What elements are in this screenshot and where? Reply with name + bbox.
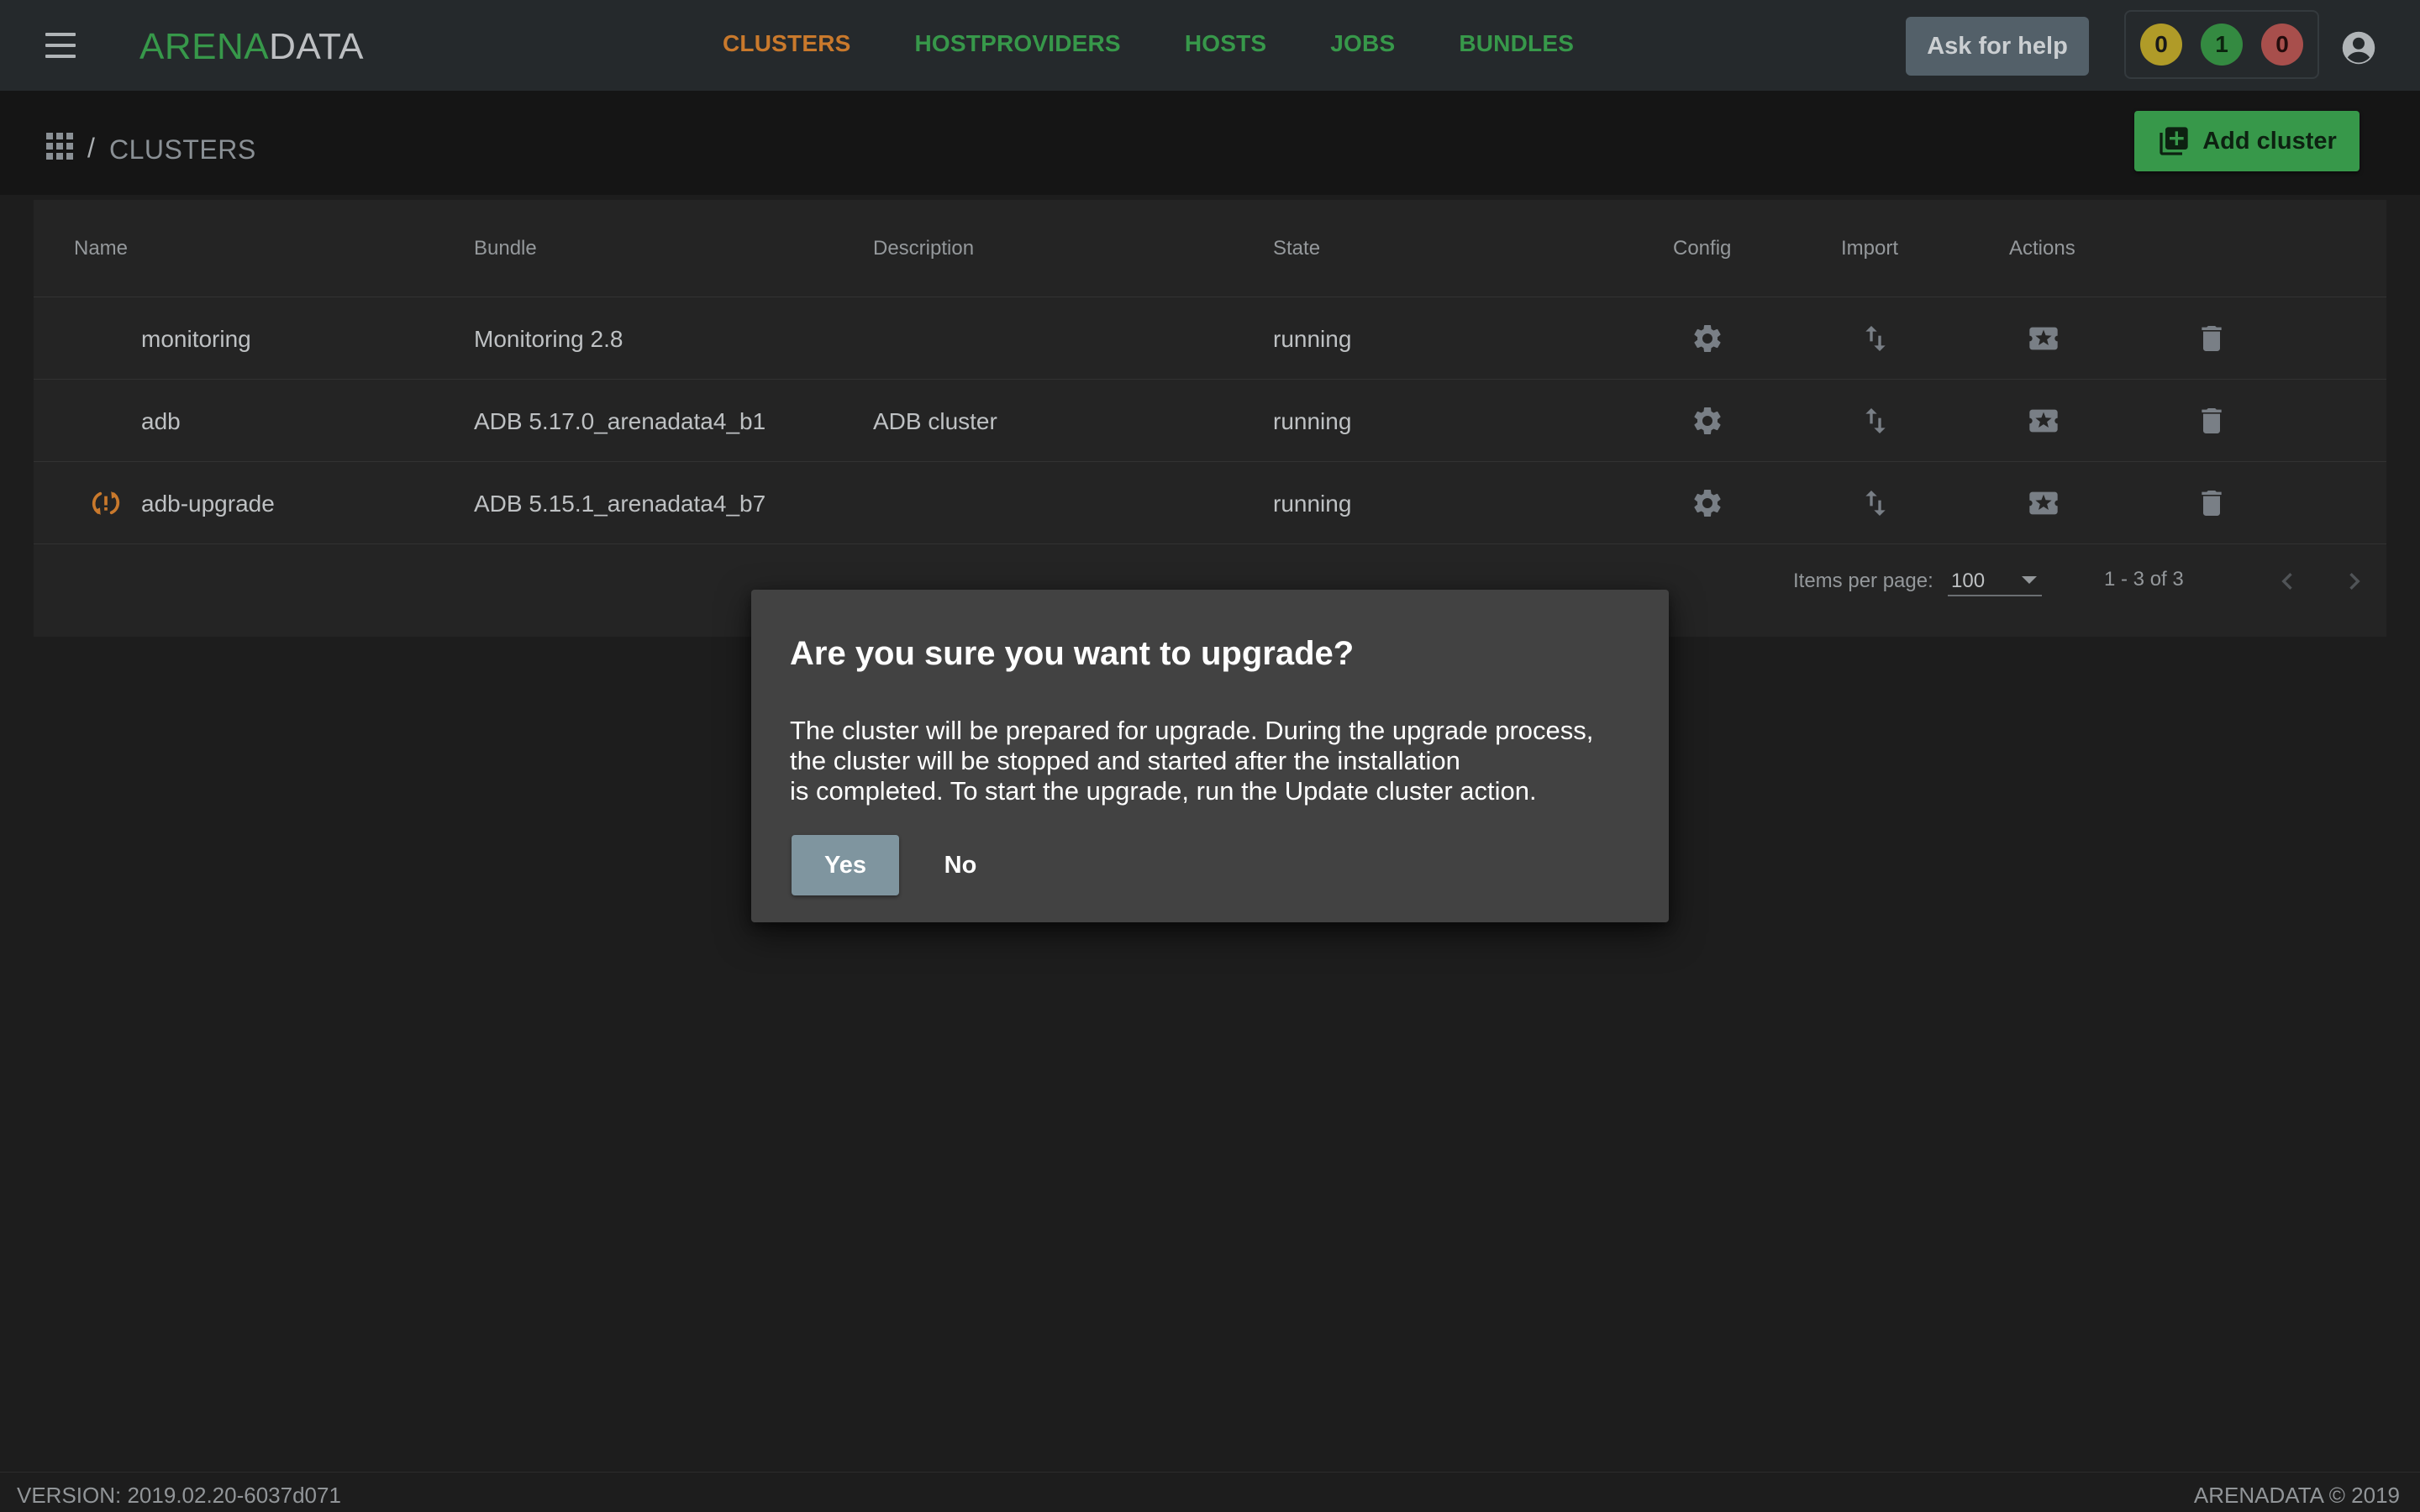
yes-button[interactable]: Yes [792,835,899,895]
dialog-message-line: is completed. To start the upgrade, run … [790,776,1537,806]
dialog-message: The cluster will be prepared for upgrade… [790,716,1639,806]
dialog-message-line: The cluster will be prepared for upgrade… [790,716,1594,745]
dialog-title: Are you sure you want to upgrade? [790,635,1355,672]
dialog-message-line: the cluster will be stopped and started … [790,746,1460,775]
upgrade-confirm-dialog: Are you sure you want to upgrade? The cl… [751,590,1669,922]
no-button[interactable]: No [914,835,1007,895]
